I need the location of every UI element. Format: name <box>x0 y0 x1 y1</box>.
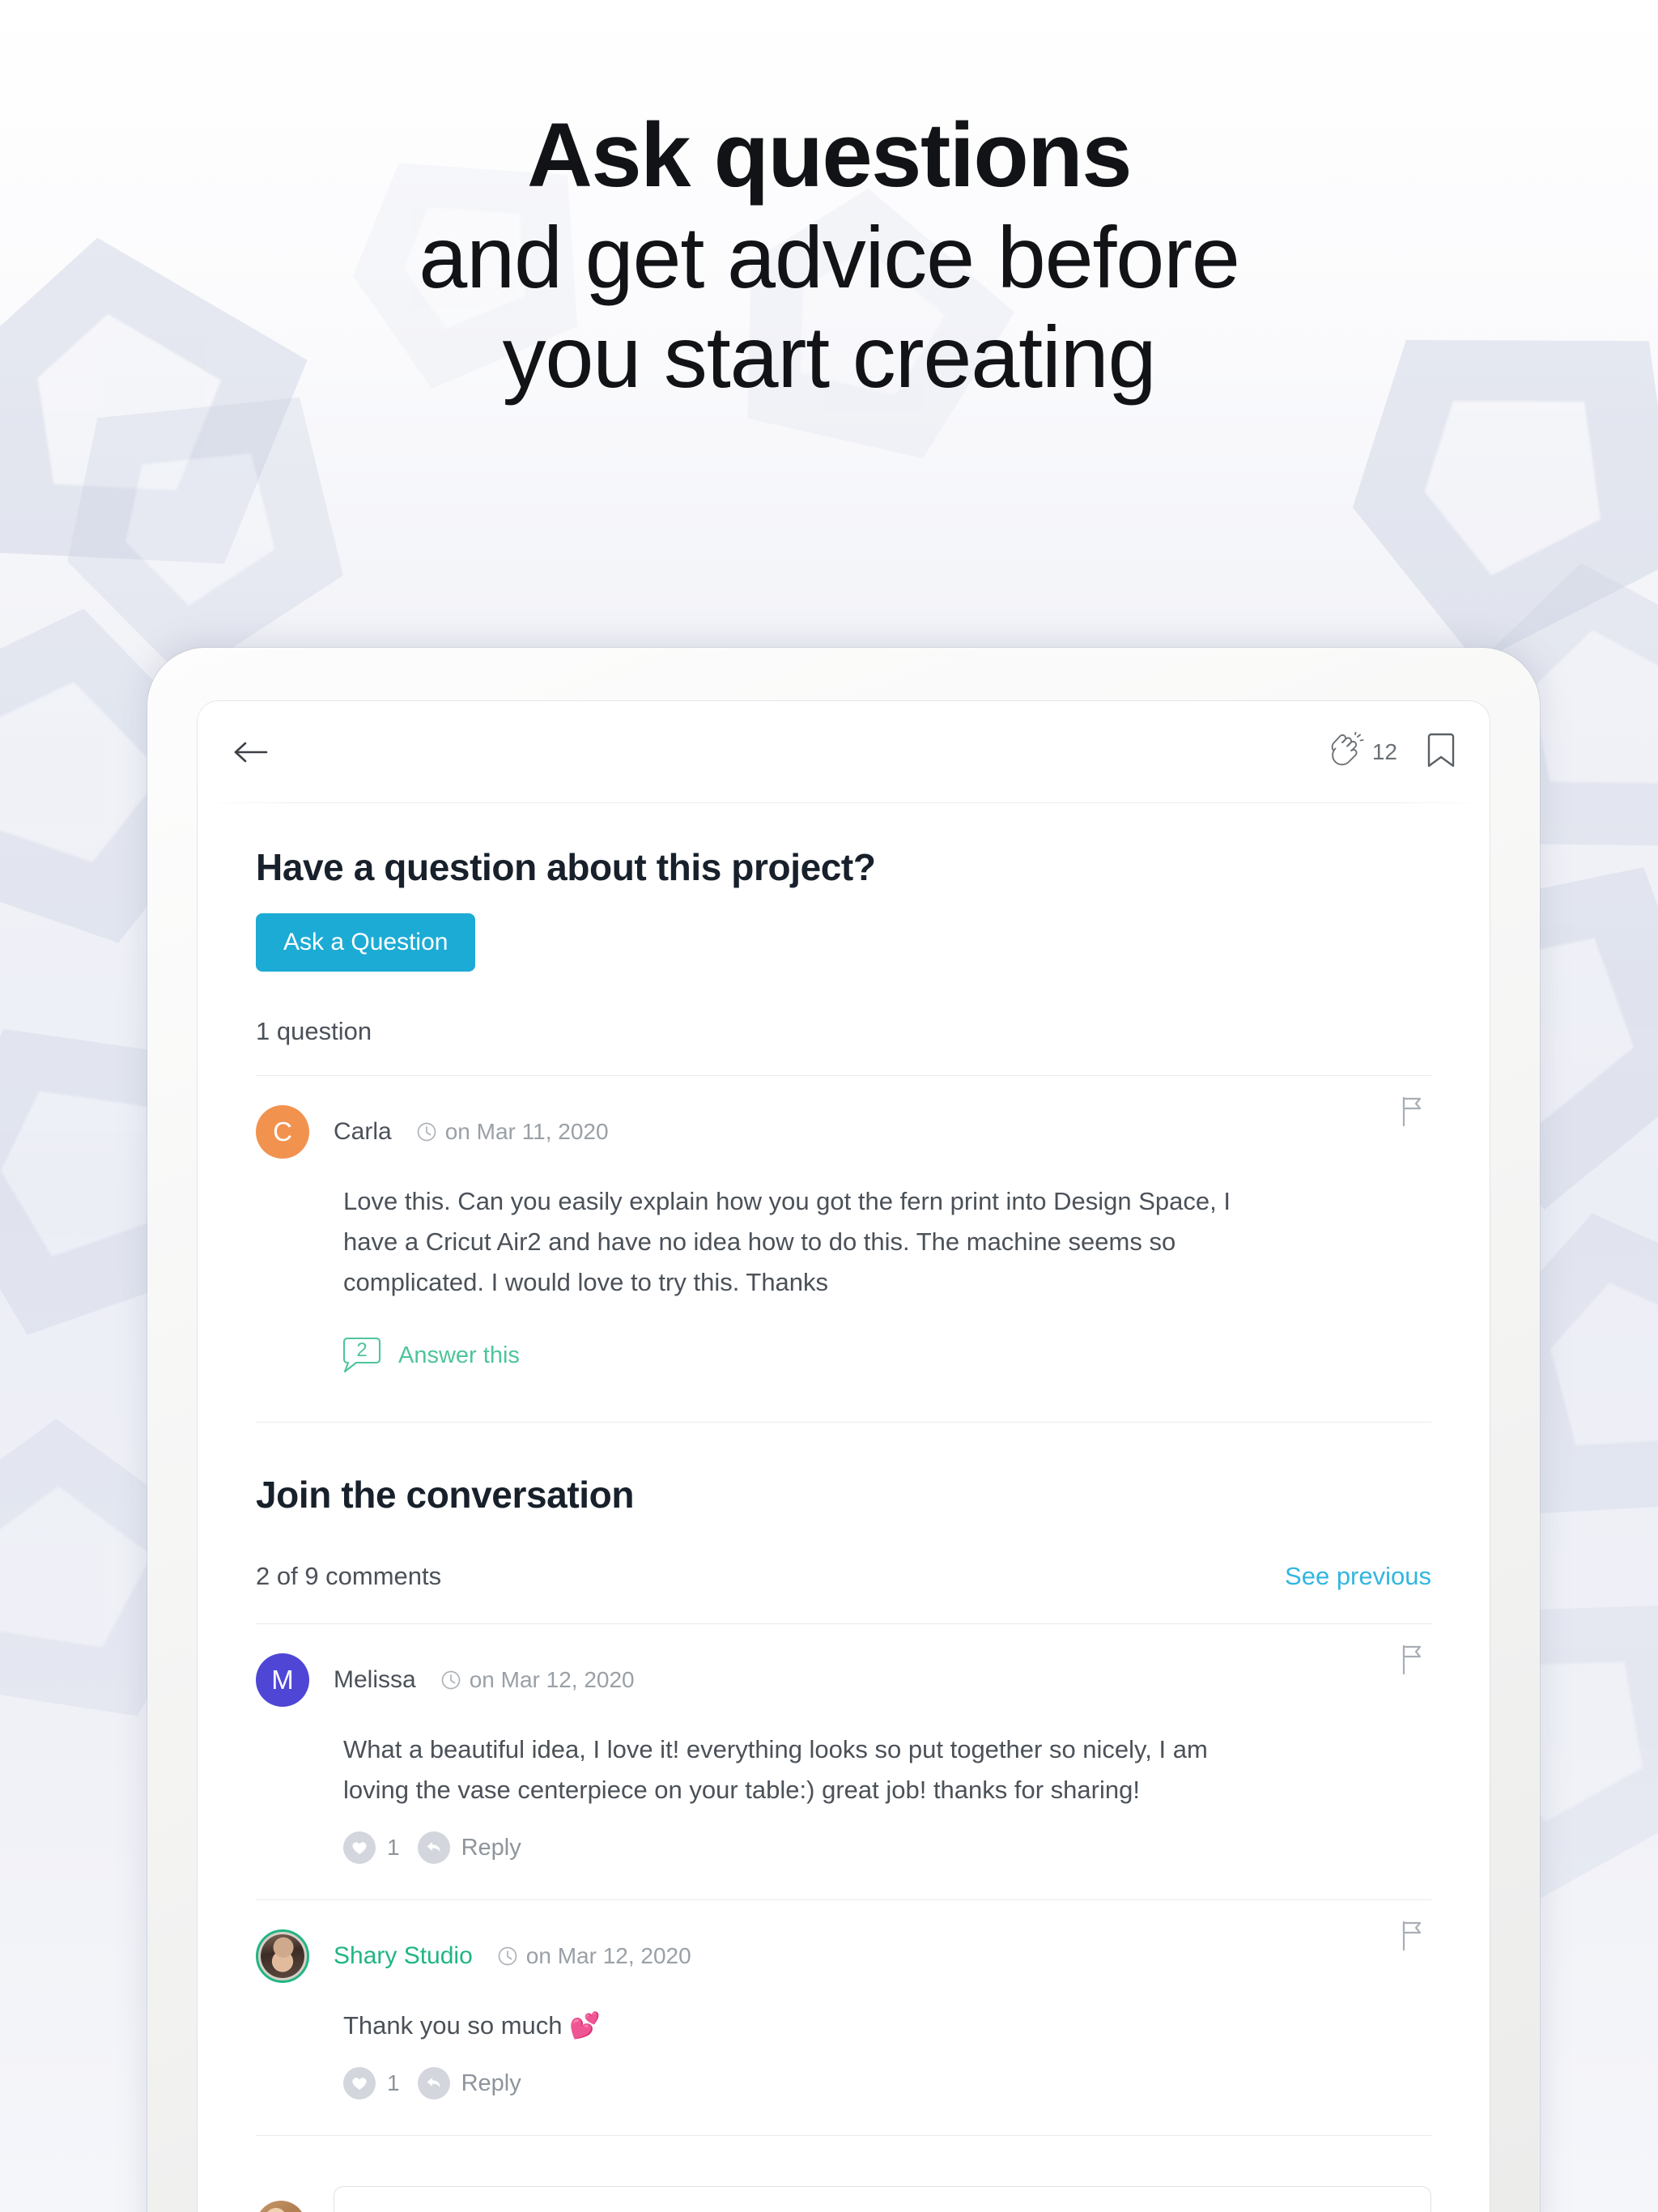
tablet-device-frame: 12 Have a question about this project? A… <box>147 648 1540 2212</box>
flag-icon <box>1402 1096 1422 1127</box>
clock-icon <box>441 1670 461 1690</box>
app-bar-actions: 12 <box>1324 730 1457 775</box>
arrow-left-icon <box>234 742 268 763</box>
comment-body: What a beautiful idea, I love it! everyt… <box>343 1734 1208 1804</box>
question-item: C Carla on Mar 11, 2020 Love this. Can y… <box>256 1076 1431 1376</box>
divider <box>256 2135 1431 2137</box>
reply-arrow-icon <box>417 2067 450 2100</box>
comment-body: Thank you so much 💕 <box>343 2006 1234 2046</box>
report-comment-button[interactable] <box>1399 1920 1426 1956</box>
app-top-bar: 12 <box>198 701 1490 803</box>
headline-line-3: you start creating <box>502 307 1157 406</box>
comment-item: M Melissa on Mar 12, 2020 What a beautif… <box>256 1624 1431 1865</box>
heart-icon <box>343 2067 376 2100</box>
promo-headline: Ask questions and get advice before you … <box>0 104 1658 406</box>
question-time-text: on Mar 11, 2020 <box>444 1119 609 1144</box>
reply-button[interactable]: Reply <box>417 1831 521 1865</box>
heart-icon <box>343 1831 376 1865</box>
headline-line-1: Ask questions <box>526 104 1133 206</box>
report-comment-button[interactable] <box>1399 1644 1426 1680</box>
clap-count: 12 <box>1371 739 1397 764</box>
back-button[interactable] <box>227 728 275 776</box>
question-count-label: 1 question <box>256 1017 372 1045</box>
comment-time-text: on Mar 12, 2020 <box>525 1943 691 1969</box>
reply-arrow-icon <box>417 1831 450 1865</box>
see-previous-link[interactable]: See previous <box>1285 1562 1431 1591</box>
flag-icon <box>1402 1921 1422 1951</box>
bookmark-button[interactable] <box>1425 730 1457 775</box>
comment-author-name[interactable]: Shary Studio <box>334 1942 473 1970</box>
clock-icon <box>498 1946 517 1966</box>
divider <box>256 1421 1431 1423</box>
avatar-initial: C <box>273 1117 292 1146</box>
avatar-initial: M <box>271 1664 294 1695</box>
comment-actions: 1 Reply <box>343 1831 1431 1865</box>
avatar <box>256 1929 309 1984</box>
comment-timestamp: on Mar 12, 2020 <box>497 1943 691 1969</box>
reply-label: Reply <box>461 1834 521 1861</box>
question-author-name: Carla <box>334 1118 392 1145</box>
bookmark-icon <box>1427 733 1455 767</box>
clock-icon <box>417 1122 436 1142</box>
comment-author-name: Melissa <box>334 1665 416 1693</box>
conversation-section-title: Join the conversation <box>256 1473 635 1516</box>
two-hearts-emoji: 💕 <box>569 2011 601 2040</box>
answer-this-button[interactable]: 2 Answer this <box>342 1336 1431 1376</box>
comment-body-text: Thank you so much <box>343 2011 570 2040</box>
ask-a-question-button[interactable]: Ask a Question <box>256 913 476 972</box>
questions-section-title: Have a question about this project? <box>256 846 876 888</box>
conversation-meta-row: 2 of 9 comments See previous <box>256 1562 1431 1591</box>
report-question-button[interactable] <box>1399 1095 1426 1132</box>
comment-time-text: on Mar 12, 2020 <box>469 1666 635 1692</box>
avatar: M <box>256 1653 309 1707</box>
comment-author-row: Shary Studio on Mar 12, 2020 <box>256 1929 1431 1984</box>
comment-author-row: M Melissa on Mar 12, 2020 <box>256 1653 1431 1707</box>
question-timestamp: on Mar 11, 2020 <box>416 1119 609 1145</box>
comment-input[interactable]: Inspired? Will you try this project? Let… <box>334 2186 1431 2212</box>
current-user-avatar <box>256 2201 306 2212</box>
clap-button[interactable]: 12 <box>1324 732 1397 772</box>
like-button[interactable]: 1 <box>343 1831 400 1865</box>
answer-this-label: Answer this <box>398 1342 520 1369</box>
flag-icon <box>1402 1644 1422 1674</box>
comment-timestamp: on Mar 12, 2020 <box>440 1667 635 1693</box>
comment-composer: Inspired? Will you try this project? Let… <box>256 2186 1431 2212</box>
reply-button[interactable]: Reply <box>417 2067 521 2100</box>
avatar: C <box>256 1105 309 1159</box>
like-count: 1 <box>387 2070 400 2096</box>
comment-count-label: 2 of 9 comments <box>256 1561 442 1590</box>
comment-actions: 1 Reply <box>343 2067 1431 2100</box>
clapping-hands-icon <box>1331 732 1364 766</box>
promo-screenshot: Ask questions and get advice before you … <box>0 0 1658 2212</box>
app-screen: 12 Have a question about this project? A… <box>198 701 1490 2212</box>
question-author-row: C Carla on Mar 11, 2020 <box>256 1105 1431 1159</box>
reply-label: Reply <box>461 2069 521 2096</box>
like-button[interactable]: 1 <box>343 2067 400 2100</box>
headline-line-2: and get advice before <box>419 207 1240 306</box>
app-content: Have a question about this project? Ask … <box>198 803 1490 2212</box>
comment-item: Shary Studio on Mar 12, 2020 Thank you s… <box>256 1900 1431 2100</box>
answer-count: 2 <box>356 1338 368 1361</box>
like-count: 1 <box>387 1835 400 1861</box>
question-body: Love this. Can you easily explain how yo… <box>343 1187 1231 1297</box>
